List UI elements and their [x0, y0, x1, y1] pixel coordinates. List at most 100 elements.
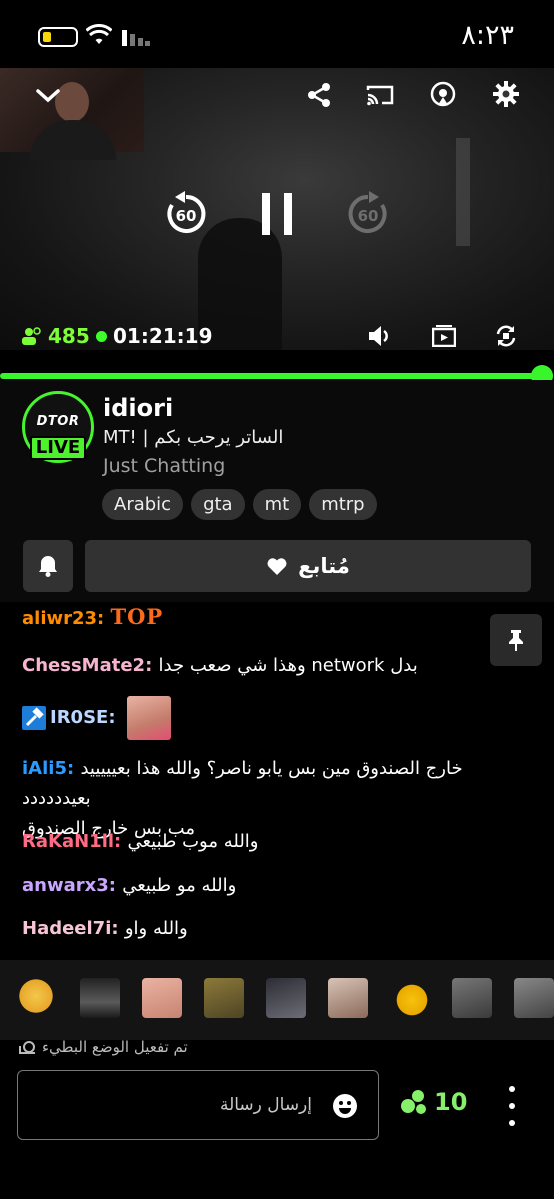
signal-icon [122, 30, 150, 46]
chat-input[interactable] [32, 1089, 312, 1121]
wifi-icon [86, 24, 112, 44]
status-bar: ٨:٢٣ [0, 0, 554, 68]
chat-username[interactable]: anwarx3 [22, 875, 109, 896]
stream-category[interactable]: Just Chatting [103, 455, 225, 477]
chat-input-box[interactable] [17, 1070, 379, 1140]
baby-emote-icon [127, 696, 172, 740]
chat-text: والله موب طبيعي [127, 831, 259, 852]
crying-girl-emote-icon[interactable] [266, 978, 306, 1018]
snail-icon [19, 1041, 35, 1054]
podcast-icon [430, 81, 456, 107]
slow-mode-notice: تم تفعيل الوضع البطيء [18, 1038, 188, 1056]
settings-button[interactable] [490, 78, 522, 110]
chat-username[interactable]: aliwr23 [22, 608, 97, 629]
chat-message: IR0SE: [22, 696, 172, 740]
theatre-icon [432, 325, 456, 347]
chat-panel[interactable]: aliwr23: TOP ChessMate2: وهذا شي صعب جدا… [0, 602, 554, 960]
emote-picker-bar[interactable] [0, 960, 554, 1040]
rotate-icon [496, 325, 516, 347]
rotate-button[interactable] [492, 322, 520, 350]
tag[interactable]: mtrp [309, 489, 377, 520]
creature-emote-icon[interactable] [204, 978, 244, 1018]
notifications-button[interactable] [23, 540, 73, 592]
heart-icon [267, 558, 287, 575]
dot [509, 1103, 515, 1109]
chat-text: وهذا شي صعب جدا network بدل [158, 655, 418, 676]
viewer-count-value: 485 [48, 324, 90, 348]
chat-username[interactable]: Hadeel7i [22, 918, 111, 939]
chat-username[interactable]: RaKaN1ll [22, 831, 114, 852]
share-button[interactable] [304, 80, 334, 110]
chat-emote-text: TOP [110, 604, 164, 629]
slow-mode-text: تم تفعيل الوضع البطيء [42, 1038, 188, 1056]
volume-button[interactable] [366, 322, 394, 350]
live-badge: LIVE [30, 436, 86, 460]
chat-text: والله واو [124, 918, 188, 939]
clock: ٨:٢٣ [461, 20, 514, 51]
chat-text: خارج الصندوق مين بس يابو ناصر؟ والله هذا… [22, 758, 463, 809]
pinned-message-button[interactable] [490, 614, 542, 666]
tag[interactable]: gta [191, 489, 245, 520]
video-player[interactable]: 60 60 485 01:21:19 [0, 68, 554, 350]
candles-emote-icon[interactable] [80, 978, 120, 1018]
video-scenery [456, 138, 470, 246]
cast-button[interactable] [364, 80, 396, 110]
man-smile-emote-icon[interactable] [328, 978, 368, 1018]
pause-icon [262, 193, 292, 235]
points-icon [401, 1090, 426, 1114]
theatre-mode-button[interactable] [430, 322, 458, 350]
stream-title: MT! | الساتر يرحب بكم [103, 427, 284, 448]
channel-info: DTOR LIVE idiori MT! | الساتر يرحب بكم J… [0, 380, 554, 602]
viewers-icon [22, 327, 41, 345]
stream-uptime: 01:21:19 [96, 324, 213, 348]
tag[interactable]: Arabic [102, 489, 184, 520]
progress-track [0, 373, 543, 379]
chat-message: aliwr23: TOP [22, 604, 164, 629]
chevron-down-icon [36, 89, 60, 103]
dot [509, 1120, 515, 1126]
channel-name[interactable]: idiori [103, 394, 173, 422]
channel-points-button[interactable]: 10 [400, 1088, 467, 1116]
chat-text: والله مو طبيعي [122, 875, 237, 896]
viewer-count: 485 [22, 324, 90, 348]
more-emote-icon[interactable] [514, 978, 554, 1018]
audio-only-button[interactable] [428, 78, 458, 110]
share-icon [308, 83, 330, 107]
kiss-emote-icon[interactable] [390, 978, 430, 1018]
cast-icon [366, 85, 394, 106]
more-options-button[interactable] [500, 1086, 524, 1126]
pause-button[interactable] [256, 190, 298, 238]
chat-message: RaKaN1ll: والله موب طبيعي [22, 831, 259, 852]
volume-icon [369, 326, 388, 346]
baby-face-emote-icon[interactable] [142, 978, 182, 1018]
chat-username[interactable]: ChessMate2 [22, 655, 145, 676]
rewind-button[interactable]: 60 [162, 190, 210, 238]
monkey-emote-icon[interactable] [452, 978, 492, 1018]
emoji-icon[interactable] [332, 1093, 358, 1119]
battery-icon [38, 27, 78, 47]
live-dot-icon [96, 330, 107, 342]
follow-label: مُتابع [298, 554, 350, 578]
forward-60-icon: 60 [348, 191, 387, 233]
chat-username[interactable]: iAli5 [22, 758, 67, 779]
forward-button[interactable]: 60 [344, 190, 392, 238]
bell-icon [39, 556, 57, 577]
points-count: 10 [434, 1088, 468, 1116]
follow-button[interactable]: مُتابع [85, 540, 531, 592]
gear-icon [493, 81, 519, 107]
streamer-webcam [0, 68, 144, 160]
avatar-logo: DTOR [36, 414, 80, 429]
rewind-seconds: 60 [176, 207, 197, 225]
tag[interactable]: mt [252, 489, 302, 520]
chat-message: ChessMate2: وهذا شي صعب جدا network بدل [22, 655, 418, 676]
tag-list: Arabic gta mt mtrp [102, 489, 377, 520]
playback-progress-bar[interactable] [0, 365, 554, 387]
chat-message: Hadeel7i: والله واو [22, 918, 188, 939]
forward-seconds: 60 [358, 207, 379, 225]
uptime-value: 01:21:19 [113, 324, 213, 348]
chat-username[interactable]: IR0SE [50, 707, 108, 728]
pleading-emote-icon[interactable] [16, 978, 56, 1018]
hammer-badge-icon [22, 706, 46, 730]
collapse-button[interactable] [34, 82, 62, 110]
chat-message: anwarx3: والله مو طبيعي [22, 875, 237, 896]
